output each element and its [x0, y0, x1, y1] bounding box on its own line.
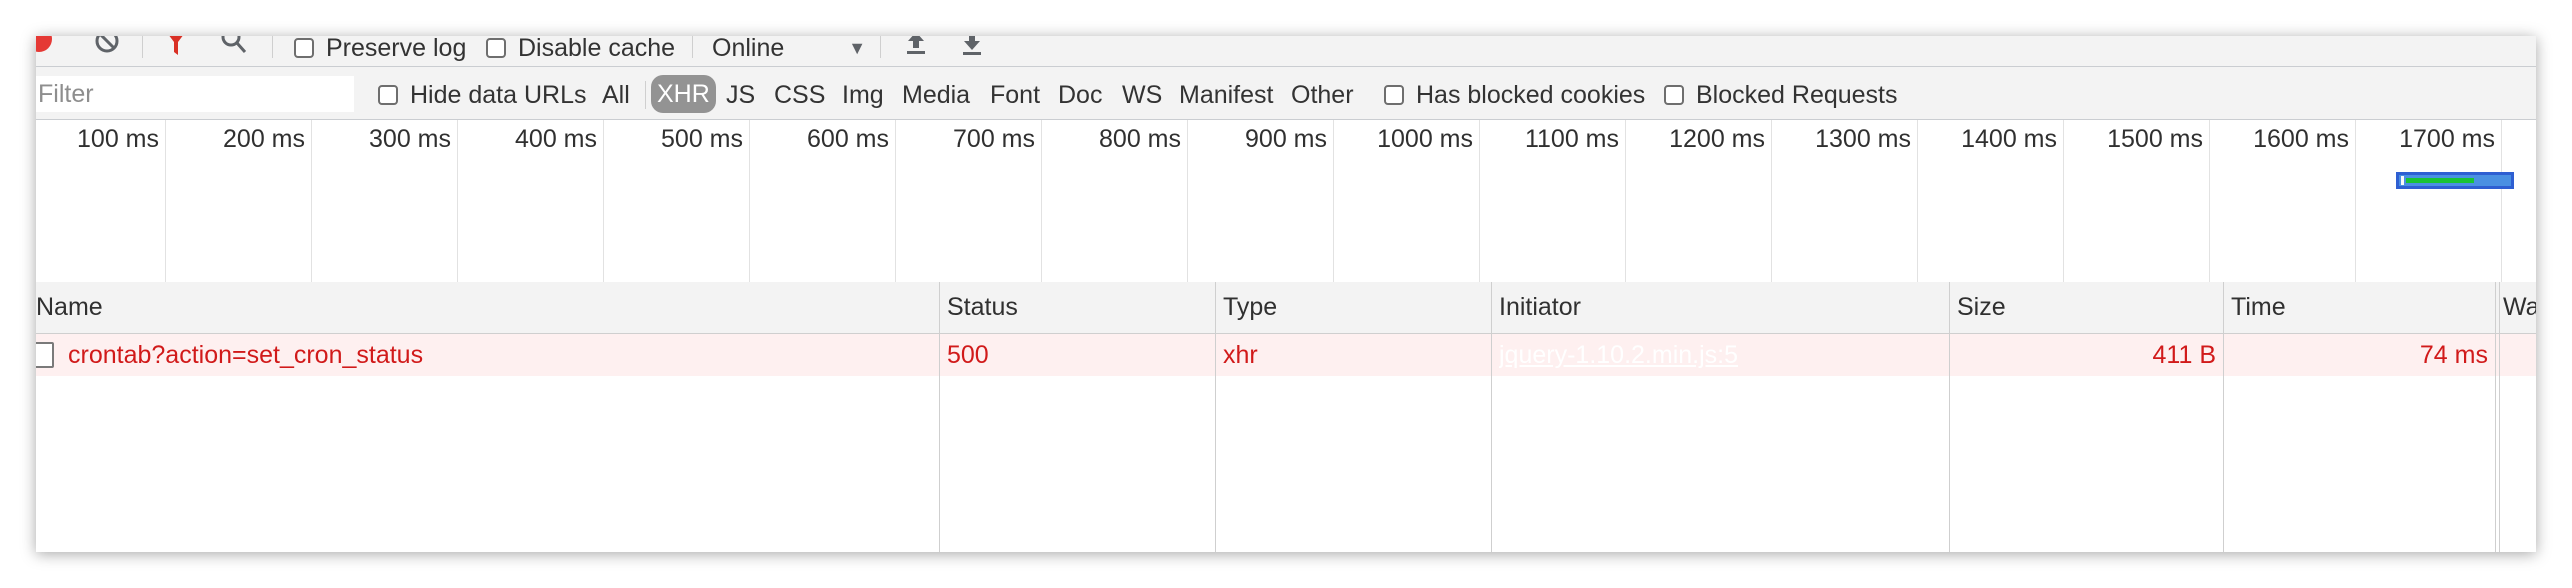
- tick-label: 200 ms: [223, 125, 305, 153]
- tick-label: 1300 ms: [1815, 125, 1911, 153]
- table-row[interactable]: crontab?action=set_cron_status 500 xhr j…: [36, 334, 2536, 376]
- filter-input[interactable]: [36, 76, 354, 112]
- tick-label: 700 ms: [953, 125, 1035, 153]
- request-name[interactable]: crontab?action=set_cron_status: [36, 334, 940, 376]
- request-time: 74 ms: [2419, 340, 2488, 369]
- tick-label: 100 ms: [77, 125, 159, 153]
- type-filter-doc[interactable]: Doc: [1058, 78, 1102, 112]
- disable-cache-box[interactable]: [486, 38, 506, 58]
- preserve-log-box[interactable]: [294, 38, 314, 58]
- has-blocked-cookies-label: Has blocked cookies: [1416, 80, 1646, 109]
- throttle-select[interactable]: Online ▼: [712, 36, 867, 66]
- request-initiator-link[interactable]: jquery-1.10.2.min.js:5: [1499, 334, 1950, 376]
- import-har-icon[interactable]: [904, 36, 928, 63]
- tick-label: 1000 ms: [1377, 125, 1473, 153]
- type-filter-img[interactable]: Img: [842, 78, 884, 112]
- type-filter-media[interactable]: Media: [902, 78, 970, 112]
- disable-cache-checkbox[interactable]: Disable cache: [486, 36, 676, 66]
- column-header-type[interactable]: Type: [1216, 282, 1492, 333]
- tick-label: 1200 ms: [1669, 125, 1765, 153]
- column-header-initiator[interactable]: Initiator: [1492, 282, 1950, 333]
- preserve-log-checkbox[interactable]: Preserve log: [294, 36, 467, 66]
- type-filter-other[interactable]: Other: [1291, 78, 1354, 112]
- column-header-waterfall[interactable]: Wa: [2496, 282, 2536, 333]
- hide-data-urls-label: Hide data URLs: [410, 80, 587, 109]
- network-toolbar: Preserve log Disable cache Online ▼: [36, 36, 2536, 67]
- column-divider[interactable]: [1949, 282, 1950, 552]
- tick-label: 500 ms: [661, 125, 743, 153]
- tick-label: 1500 ms: [2107, 125, 2203, 153]
- type-filter-xhr[interactable]: XHR: [651, 75, 716, 113]
- tick-label: 400 ms: [515, 125, 597, 153]
- request-timing-bar[interactable]: [2396, 172, 2514, 189]
- export-har-icon[interactable]: [960, 36, 984, 63]
- has-blocked-cookies-checkbox[interactable]: Has blocked cookies: [1384, 78, 1645, 112]
- type-filter-all[interactable]: All: [602, 78, 630, 112]
- request-type: xhr: [1223, 340, 1258, 369]
- hide-data-urls-box[interactable]: [378, 85, 398, 105]
- blocked-requests-box[interactable]: [1664, 85, 1684, 105]
- type-filter-manifest[interactable]: Manifest: [1179, 78, 1273, 112]
- column-header-status[interactable]: Status: [940, 282, 1216, 333]
- chevron-down-icon: ▼: [848, 37, 867, 58]
- column-header-size[interactable]: Size: [1950, 282, 2224, 333]
- type-filter-font[interactable]: Font: [990, 78, 1040, 112]
- blocked-requests-label: Blocked Requests: [1696, 80, 1898, 109]
- preserve-log-label: Preserve log: [326, 36, 467, 62]
- request-status: 500: [947, 340, 989, 369]
- tick-label: 600 ms: [807, 125, 889, 153]
- column-divider[interactable]: [2495, 282, 2496, 552]
- disable-cache-label: Disable cache: [518, 36, 676, 62]
- search-icon[interactable]: [220, 36, 248, 61]
- throttle-value: Online: [712, 36, 785, 62]
- column-divider[interactable]: [1215, 282, 1216, 552]
- tick-label: 1100 ms: [1524, 125, 1619, 153]
- tick-label: 1700 ms: [2399, 125, 2495, 153]
- type-filter-css[interactable]: CSS: [774, 78, 825, 112]
- requests-table: Name Status Type Initiator Size Time Wa …: [36, 282, 2536, 552]
- record-icon[interactable]: [36, 36, 52, 52]
- column-divider[interactable]: [1491, 282, 1492, 552]
- column-header-time[interactable]: Time: [2224, 282, 2496, 333]
- column-divider[interactable]: [939, 282, 940, 552]
- tick-label: 300 ms: [369, 125, 451, 153]
- tick-label: 900 ms: [1245, 125, 1327, 153]
- column-header-name[interactable]: Name: [36, 282, 976, 333]
- type-filter-js[interactable]: JS: [726, 78, 755, 112]
- devtools-network-panel: Preserve log Disable cache Online ▼ Hide…: [36, 36, 2536, 552]
- clear-icon[interactable]: [94, 36, 120, 59]
- tick-label: 800 ms: [1099, 125, 1181, 153]
- column-divider: [2499, 282, 2500, 552]
- blocked-requests-checkbox[interactable]: Blocked Requests: [1664, 78, 1898, 112]
- has-blocked-cookies-box[interactable]: [1384, 85, 1404, 105]
- column-divider[interactable]: [2223, 282, 2224, 552]
- file-icon: [36, 342, 54, 368]
- type-filter-ws[interactable]: WS: [1122, 78, 1162, 112]
- filter-funnel-icon[interactable]: [164, 36, 188, 63]
- tick-label: 1400 ms: [1961, 125, 2057, 153]
- request-size: 411 B: [2152, 340, 2216, 369]
- tick-label: 1600 ms: [2253, 125, 2349, 153]
- timeline-overview[interactable]: 100 ms 200 ms 300 ms 400 ms 500 ms 600 m…: [36, 120, 2536, 285]
- hide-data-urls-checkbox[interactable]: Hide data URLs: [378, 78, 586, 112]
